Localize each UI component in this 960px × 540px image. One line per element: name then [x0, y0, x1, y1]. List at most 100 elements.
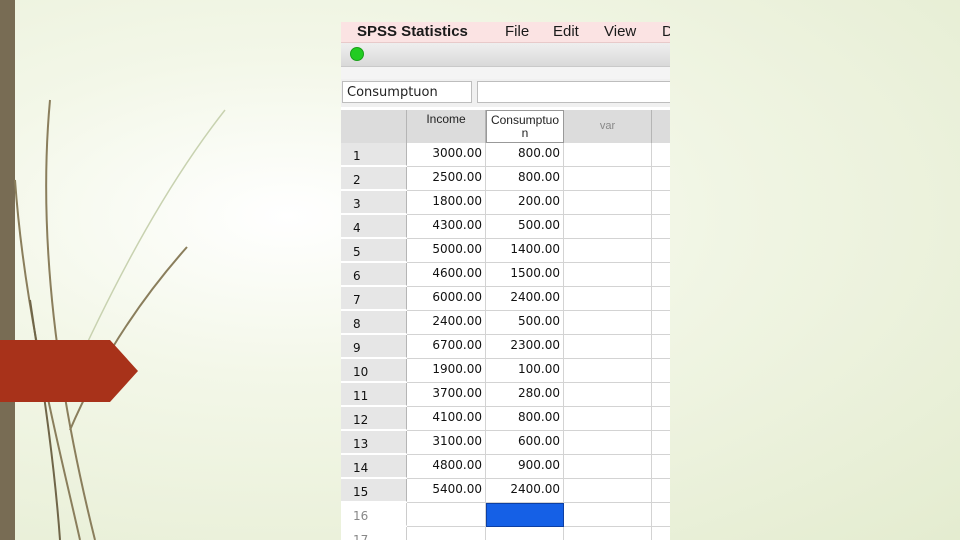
row-number[interactable]: 7	[341, 287, 407, 310]
cell-income[interactable]: 5400.00	[407, 479, 486, 503]
cell-consumption[interactable]: 1400.00	[486, 239, 564, 263]
cell-var[interactable]	[564, 215, 652, 239]
cell-consumption[interactable]: 1500.00	[486, 263, 564, 287]
cell-income[interactable]: 3700.00	[407, 383, 486, 407]
cell-var[interactable]	[564, 143, 652, 167]
column-header-income[interactable]: Income	[407, 110, 486, 143]
cell-consumption[interactable]: 2300.00	[486, 335, 564, 359]
cell-consumption[interactable]: 800.00	[486, 167, 564, 191]
cell-consumption[interactable]: 800.00	[486, 407, 564, 431]
cell-extra[interactable]	[652, 407, 670, 431]
cell-var[interactable]	[564, 503, 652, 527]
column-header-var[interactable]: var	[564, 110, 652, 143]
cell-extra[interactable]	[652, 287, 670, 311]
cell-var[interactable]	[564, 359, 652, 383]
cell-var[interactable]	[564, 335, 652, 359]
app-name-menu[interactable]: SPSS Statistics	[357, 22, 468, 42]
menu-edit[interactable]: Edit	[553, 22, 579, 42]
cell-extra[interactable]	[652, 503, 670, 527]
row-number[interactable]: 4	[341, 215, 407, 238]
cell-income[interactable]: 4300.00	[407, 215, 486, 239]
cell-income[interactable]: 4800.00	[407, 455, 486, 479]
cell-var[interactable]	[564, 407, 652, 431]
row-number[interactable]: 17	[341, 527, 407, 540]
row-number[interactable]: 16	[341, 503, 407, 526]
cell-extra[interactable]	[652, 359, 670, 383]
cell-extra[interactable]	[652, 527, 670, 540]
cell-income[interactable]: 4600.00	[407, 263, 486, 287]
cell-extra[interactable]	[652, 191, 670, 215]
cell-income[interactable]: 3000.00	[407, 143, 486, 167]
cell-income[interactable]: 5000.00	[407, 239, 486, 263]
table-row: 6 4600.00 1500.00	[341, 263, 670, 287]
variable-name-field[interactable]: Consumptuon	[342, 81, 472, 103]
cell-consumption[interactable]: 800.00	[486, 143, 564, 167]
cell-extra[interactable]	[652, 167, 670, 191]
row-number[interactable]: 1	[341, 143, 407, 166]
cell-income[interactable]: 2400.00	[407, 311, 486, 335]
cell-income[interactable]: 1900.00	[407, 359, 486, 383]
cell-consumption[interactable]: 600.00	[486, 431, 564, 455]
cell-extra[interactable]	[652, 431, 670, 455]
cell-income[interactable]: 1800.00	[407, 191, 486, 215]
cell-var[interactable]	[564, 287, 652, 311]
row-number[interactable]: 12	[341, 407, 407, 430]
row-number[interactable]: 8	[341, 311, 407, 334]
cell-consumption[interactable]: 280.00	[486, 383, 564, 407]
row-number[interactable]: 14	[341, 455, 407, 478]
cell-consumption[interactable]: 2400.00	[486, 287, 564, 311]
row-number[interactable]: 5	[341, 239, 407, 262]
cell-var[interactable]	[564, 311, 652, 335]
cell-income[interactable]: 6000.00	[407, 287, 486, 311]
cell-income[interactable]: 2500.00	[407, 167, 486, 191]
cell-var[interactable]	[564, 455, 652, 479]
cell-consumption[interactable]: 100.00	[486, 359, 564, 383]
row-number[interactable]: 11	[341, 383, 407, 406]
table-row: 14 4800.00 900.00	[341, 455, 670, 479]
cell-extra[interactable]	[652, 455, 670, 479]
menu-data[interactable]: D	[662, 22, 670, 42]
row-number[interactable]: 10	[341, 359, 407, 382]
cell-income[interactable]: 4100.00	[407, 407, 486, 431]
cell-income[interactable]: 6700.00	[407, 335, 486, 359]
row-number[interactable]: 15	[341, 479, 407, 502]
cell-consumption[interactable]: 900.00	[486, 455, 564, 479]
menu-file[interactable]: File	[505, 22, 529, 42]
row-number[interactable]: 9	[341, 335, 407, 358]
cell-var[interactable]	[564, 527, 652, 540]
cell-extra[interactable]	[652, 263, 670, 287]
selected-cell[interactable]	[486, 503, 564, 527]
cell-var[interactable]	[564, 263, 652, 287]
cell-consumption[interactable]: 2400.00	[486, 479, 564, 503]
cell-var[interactable]	[564, 239, 652, 263]
cell-extra[interactable]	[652, 215, 670, 239]
cell-income[interactable]: 3100.00	[407, 431, 486, 455]
cell-extra[interactable]	[652, 479, 670, 503]
cell-value-editor[interactable]	[477, 81, 670, 103]
row-number[interactable]: 2	[341, 167, 407, 190]
cell-income[interactable]	[407, 527, 486, 540]
cell-consumption[interactable]: 200.00	[486, 191, 564, 215]
cell-consumption[interactable]	[486, 527, 564, 540]
row-number[interactable]: 6	[341, 263, 407, 286]
row-number[interactable]: 3	[341, 191, 407, 214]
cell-consumption[interactable]: 500.00	[486, 215, 564, 239]
column-header-row: Income Consumptuo n var	[341, 110, 670, 144]
menu-view[interactable]: View	[604, 22, 636, 42]
cell-extra[interactable]	[652, 239, 670, 263]
cell-var[interactable]	[564, 383, 652, 407]
cell-extra[interactable]	[652, 143, 670, 167]
grid-corner[interactable]	[341, 110, 407, 143]
column-header-consumption[interactable]: Consumptuo n	[486, 110, 564, 143]
cell-extra[interactable]	[652, 383, 670, 407]
cell-income[interactable]	[407, 503, 486, 527]
cell-var[interactable]	[564, 479, 652, 503]
cell-extra[interactable]	[652, 311, 670, 335]
cell-consumption[interactable]: 500.00	[486, 311, 564, 335]
cell-var[interactable]	[564, 431, 652, 455]
row-number[interactable]: 13	[341, 431, 407, 454]
cell-var[interactable]	[564, 191, 652, 215]
column-header-extra[interactable]	[652, 110, 670, 143]
cell-var[interactable]	[564, 167, 652, 191]
cell-extra[interactable]	[652, 335, 670, 359]
